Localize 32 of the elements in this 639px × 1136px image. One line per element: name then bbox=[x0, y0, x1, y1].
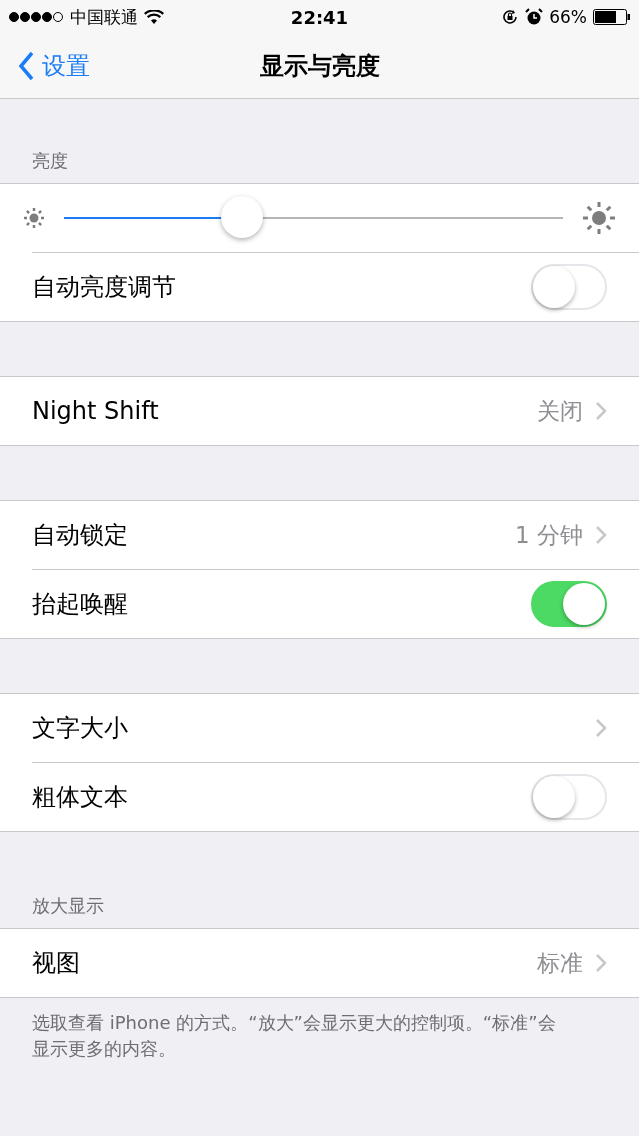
small-sun-icon bbox=[22, 206, 46, 230]
row-label: 自动亮度调节 bbox=[32, 272, 177, 303]
section-header: 放大显示 bbox=[31, 894, 105, 918]
toggle-switch[interactable] bbox=[531, 581, 607, 627]
row-label[interactable]: 视图 bbox=[32, 947, 537, 979]
battery-icon bbox=[593, 9, 631, 25]
clock-time: 22:41 bbox=[290, 6, 349, 28]
rotation-lock-icon bbox=[501, 8, 520, 26]
back-button[interactable]: 设置 bbox=[0, 50, 90, 82]
row-label: 抬起唤醒 bbox=[32, 589, 129, 620]
chevron-icon bbox=[595, 718, 607, 738]
row-label: 粗体文本 bbox=[32, 782, 129, 813]
row-value: 标准 bbox=[537, 948, 583, 978]
row-label[interactable]: 文字大小 bbox=[32, 712, 595, 744]
large-sun-icon bbox=[581, 200, 617, 236]
row-label[interactable]: 自动锁定 bbox=[32, 519, 516, 551]
slider-thumb[interactable] bbox=[221, 196, 264, 238]
section-header: 亮度 bbox=[31, 149, 69, 173]
carrier-name: 中国联通 bbox=[70, 5, 138, 29]
chevron-icon bbox=[595, 525, 607, 545]
section-footer: 选取查看 iPhone 的方式。“放大”会显示更大的控制项。“标准”会显示更多的内容。 bbox=[0, 998, 604, 1062]
alarm-icon bbox=[525, 8, 544, 26]
row-label[interactable]: Night Shift bbox=[32, 397, 537, 425]
signal-icon bbox=[8, 11, 64, 23]
battery-percent: 66% bbox=[549, 7, 587, 27]
wifi-icon bbox=[144, 9, 164, 25]
chevron-icon bbox=[595, 953, 607, 973]
back-chevron-icon bbox=[18, 51, 34, 81]
row-value: 1 分钟 bbox=[515, 520, 583, 550]
page-title: 显示与亮度 bbox=[259, 51, 380, 82]
row-value: 关闭 bbox=[537, 396, 583, 426]
chevron-icon bbox=[595, 401, 607, 421]
